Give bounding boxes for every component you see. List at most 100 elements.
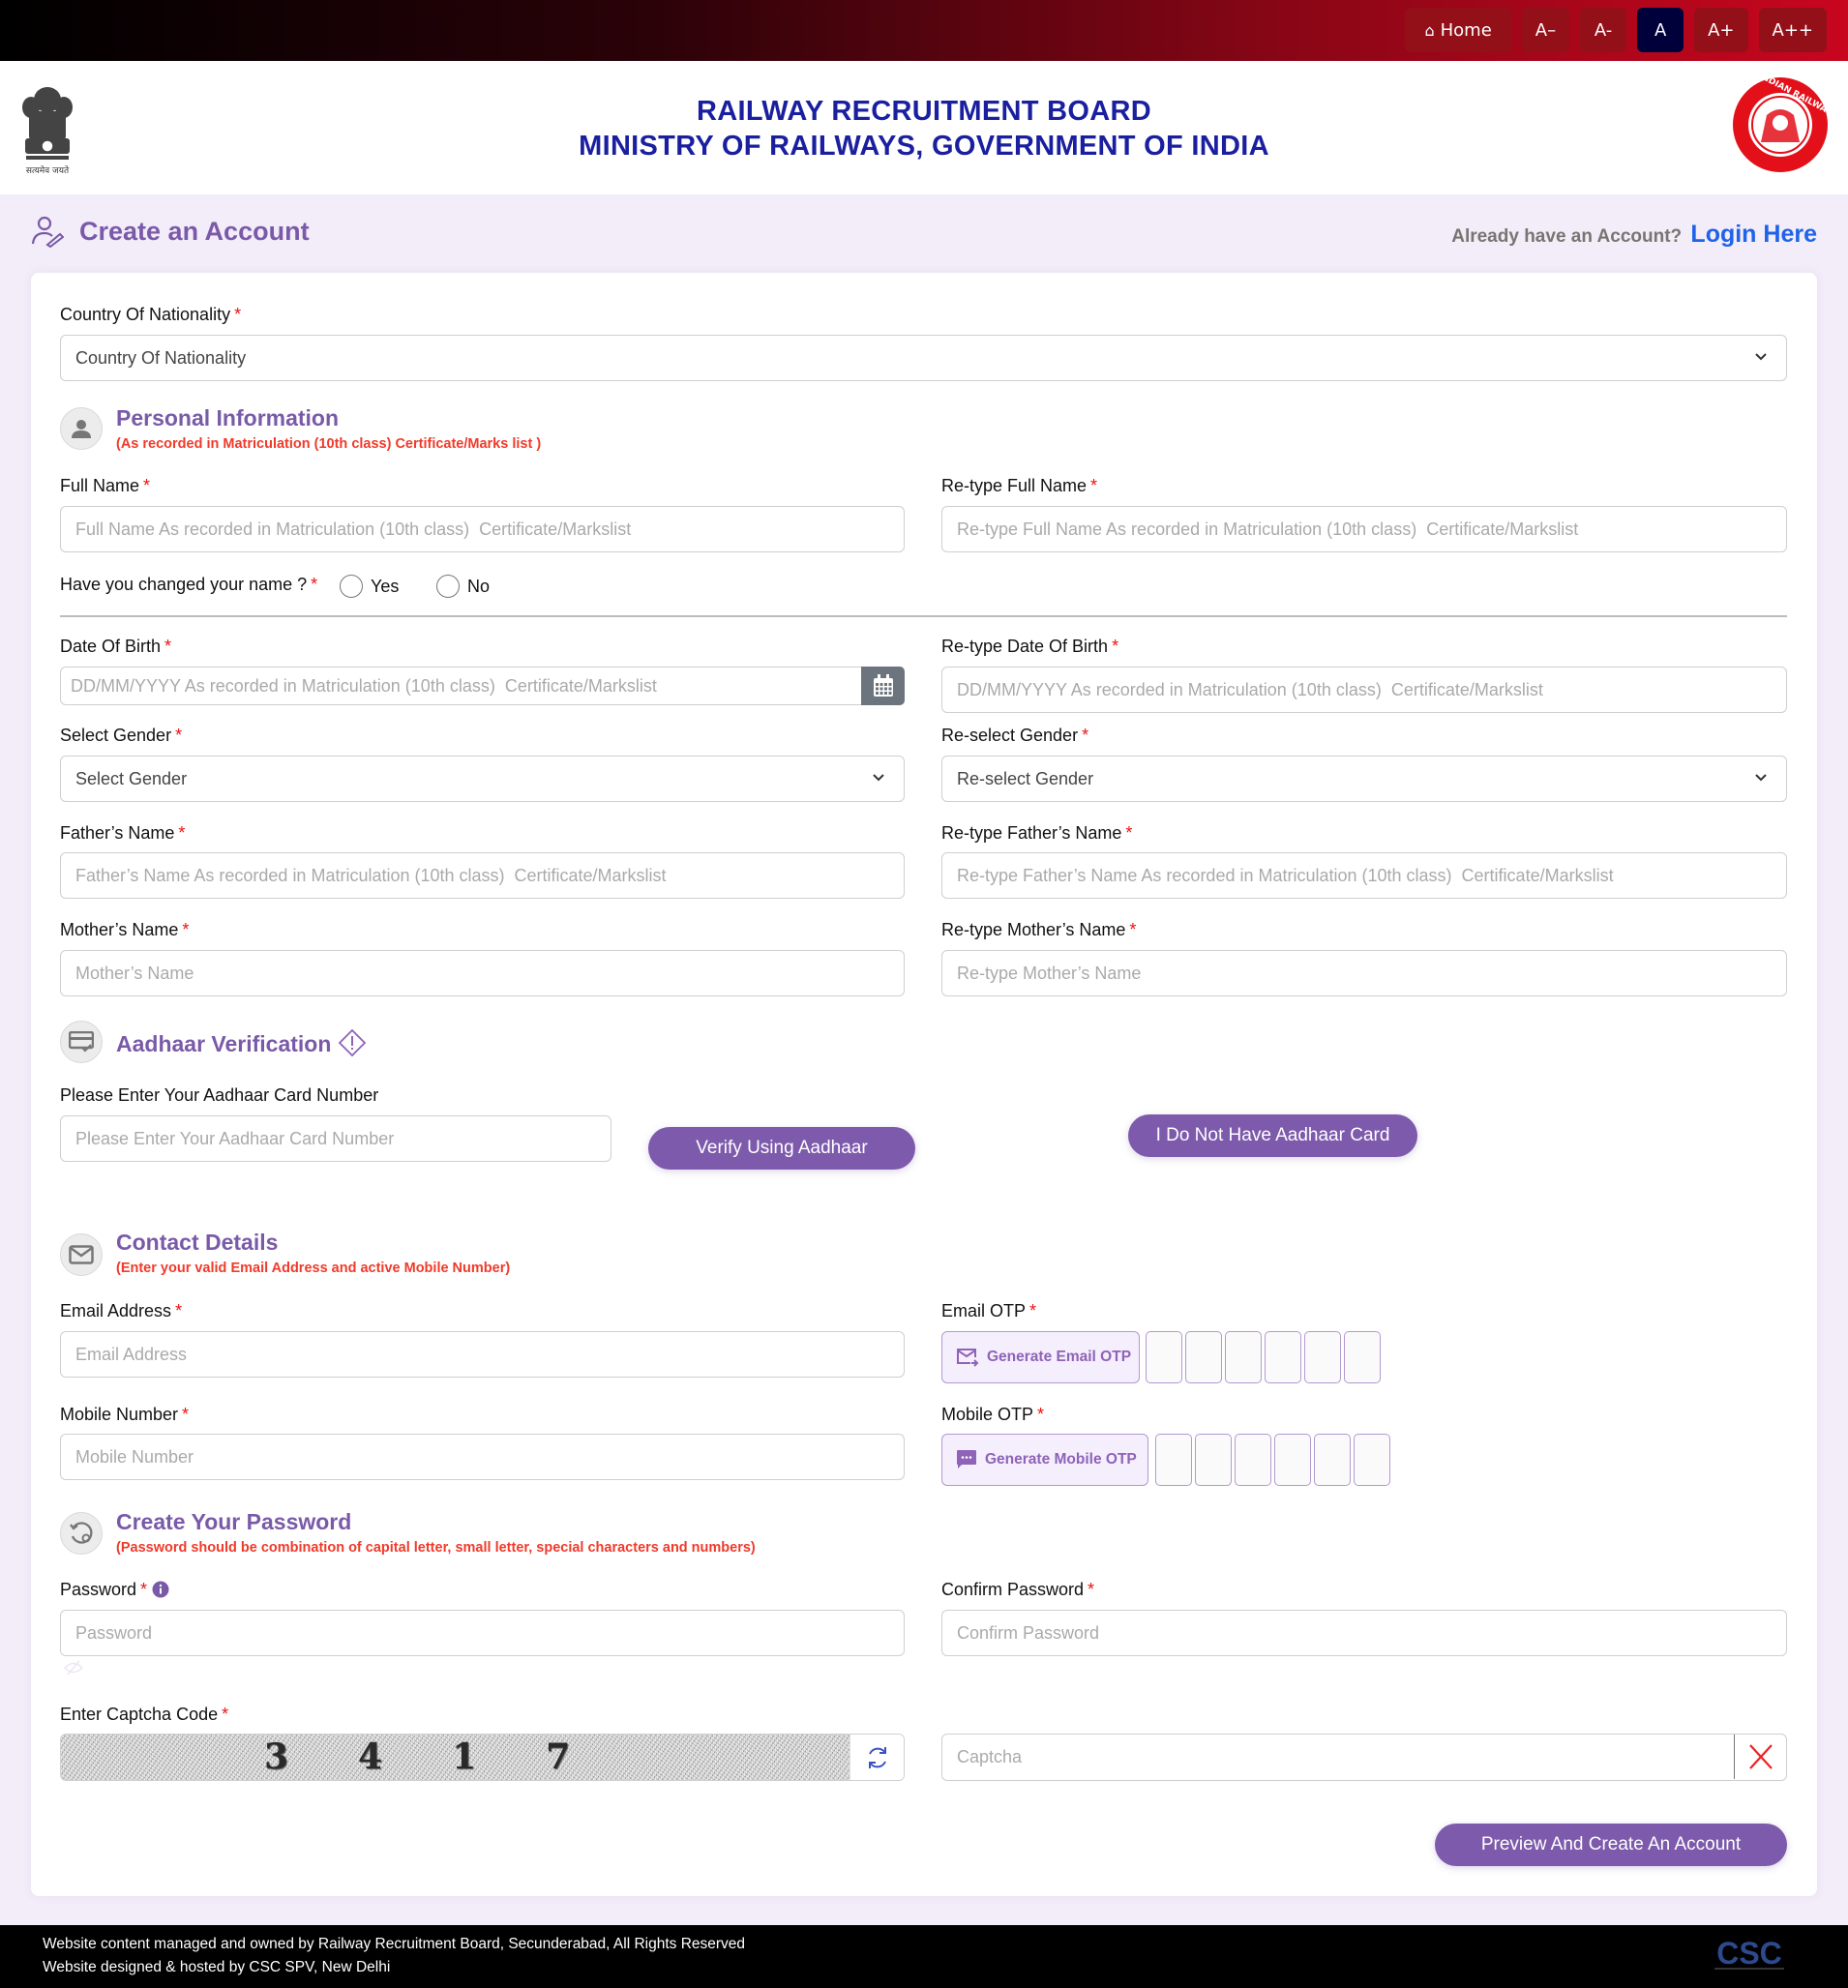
verify-aadhaar-button[interactable]: Verify Using Aadhaar (648, 1127, 915, 1170)
father-name-label: Father’s Name * (60, 823, 186, 843)
otp-digit-input[interactable] (1146, 1331, 1182, 1383)
refresh-captcha-button[interactable] (849, 1735, 904, 1780)
font-size-smaller-button[interactable]: A- (1580, 8, 1627, 52)
captcha-input[interactable] (957, 1735, 1786, 1780)
retype-mother-name-field[interactable] (941, 950, 1787, 996)
confirm-password-input[interactable] (957, 1611, 1786, 1655)
dob-label: Date Of Birth * (60, 637, 172, 656)
nationality-select[interactable]: Country Of Nationality (60, 335, 1787, 381)
mother-name-input[interactable] (75, 951, 904, 995)
retype-full-name-field[interactable] (941, 506, 1787, 552)
retype-father-name-field[interactable] (941, 852, 1787, 899)
retype-mother-name-label: Re-type Mother’s Name * (941, 920, 1137, 939)
mobile-otp-label: Mobile OTP * (941, 1405, 1045, 1424)
father-name-field[interactable] (60, 852, 905, 899)
otp-digit-input[interactable] (1304, 1331, 1341, 1383)
mother-name-field[interactable] (60, 950, 905, 996)
csc-logo: CSC (1714, 1936, 1784, 1971)
otp-digit-input[interactable] (1155, 1434, 1192, 1486)
confirm-password-field[interactable] (941, 1610, 1787, 1656)
retype-full-name-input[interactable] (957, 507, 1786, 551)
csc-logo-text: CSC (1716, 1936, 1782, 1971)
dob-field[interactable] (60, 667, 905, 705)
retype-dob-input[interactable] (957, 668, 1786, 712)
login-prompt: Already have an Account? Login Here (1451, 221, 1817, 249)
aadhaar-number-input[interactable] (75, 1116, 611, 1161)
personal-info-title: Personal Information (116, 405, 340, 430)
font-size-largest-button[interactable]: A++ (1758, 8, 1827, 52)
font-size-normal-button[interactable]: A (1637, 8, 1684, 52)
email-label: Email Address * (60, 1301, 183, 1320)
top-bar-buttons: ⌂ Home A– A- A A+ A++ (1405, 8, 1827, 52)
radio-circle[interactable] (436, 575, 460, 598)
password-field[interactable] (60, 1610, 905, 1656)
gender-select[interactable]: Select Gender (60, 756, 905, 802)
password-title: Create Your Password (116, 1509, 352, 1534)
gender-label: Select Gender * (60, 726, 183, 745)
info-icon[interactable] (152, 1581, 169, 1598)
confirm-password-label: Confirm Password * (941, 1580, 1095, 1599)
page-heading: Create an Account (31, 215, 310, 248)
father-name-input[interactable] (75, 853, 904, 898)
otp-digit-input[interactable] (1235, 1434, 1271, 1486)
otp-digit-input[interactable] (1354, 1434, 1390, 1486)
divider (60, 615, 1787, 617)
regender-select[interactable]: Re-select Gender (941, 756, 1787, 802)
calendar-icon (873, 674, 893, 697)
email-input[interactable] (75, 1332, 904, 1377)
otp-digit-input[interactable] (1225, 1331, 1262, 1383)
name-changed-yes-radio[interactable]: Yes (340, 575, 399, 598)
password-subtitle: (Password should be combination of capit… (116, 1540, 756, 1556)
password-reset-icon (70, 1522, 93, 1544)
otp-digit-input[interactable] (1344, 1331, 1381, 1383)
email-otp-label: Email OTP * (941, 1301, 1037, 1320)
captcha-field[interactable] (941, 1734, 1787, 1781)
chevron-down-icon (873, 774, 884, 782)
retype-father-name-input[interactable] (957, 853, 1786, 898)
password-input[interactable] (75, 1611, 904, 1655)
clear-captcha-button[interactable] (1734, 1735, 1786, 1779)
site-header: सत्यमेव जयते RAILWAY RECRUITMENT BOARD M… (0, 61, 1848, 194)
otp-digit-input[interactable] (1314, 1434, 1351, 1486)
header-title-line1: RAILWAY RECRUITMENT BOARD (697, 96, 1151, 127)
otp-digit-input[interactable] (1274, 1434, 1311, 1486)
full-name-input[interactable] (75, 507, 904, 551)
mobile-input[interactable] (75, 1435, 904, 1479)
generate-email-otp-button[interactable]: Generate Email OTP (941, 1331, 1140, 1383)
footer-line2: Website designed & hosted by CSC SPV, Ne… (43, 1959, 391, 1975)
preview-create-account-button[interactable]: Preview And Create An Account (1435, 1824, 1787, 1866)
no-aadhaar-button[interactable]: I Do Not Have Aadhaar Card (1128, 1114, 1417, 1157)
otp-digit-input[interactable] (1195, 1434, 1232, 1486)
header-title-line2: MINISTRY OF RAILWAYS, GOVERNMENT OF INDI… (579, 131, 1269, 162)
email-field[interactable] (60, 1331, 905, 1378)
retype-dob-field[interactable] (941, 667, 1787, 713)
nationality-label: Country Of Nationality * (60, 305, 242, 324)
dob-input[interactable] (71, 668, 904, 704)
contact-subtitle: (Enter your valid Email Address and acti… (116, 1261, 511, 1276)
mobile-field[interactable] (60, 1434, 905, 1480)
info-warning-icon[interactable] (338, 1028, 367, 1057)
generate-mobile-otp-button[interactable]: Generate Mobile OTP (941, 1434, 1148, 1486)
top-bar: ⌂ Home A– A- A A+ A++ (0, 0, 1848, 61)
login-link[interactable]: Login Here (1690, 221, 1817, 248)
mother-name-label: Mother’s Name * (60, 920, 190, 939)
calendar-button[interactable] (861, 667, 905, 705)
retype-mother-name-input[interactable] (957, 951, 1786, 995)
otp-digit-input[interactable] (1265, 1331, 1301, 1383)
aadhaar-number-field[interactable] (60, 1115, 611, 1162)
full-name-field[interactable] (60, 506, 905, 552)
name-changed-no-radio[interactable]: No (436, 575, 490, 598)
personal-info-subtitle: (As recorded in Matriculation (10th clas… (116, 436, 542, 452)
radio-circle[interactable] (340, 575, 363, 598)
font-size-larger-button[interactable]: A+ (1694, 8, 1748, 52)
home-button[interactable]: ⌂ Home (1405, 8, 1511, 52)
close-icon (1748, 1744, 1773, 1769)
chevron-down-icon (1755, 353, 1767, 361)
footer-line1: Website content managed and owned by Rai… (43, 1936, 746, 1952)
home-label: Home (1440, 19, 1492, 41)
contact-section-icon (60, 1233, 103, 1276)
otp-digit-input[interactable] (1185, 1331, 1222, 1383)
toggle-visibility-icon[interactable] (64, 1660, 83, 1676)
font-size-smallest-button[interactable]: A– (1521, 8, 1570, 52)
password-label: Password * (60, 1580, 169, 1600)
